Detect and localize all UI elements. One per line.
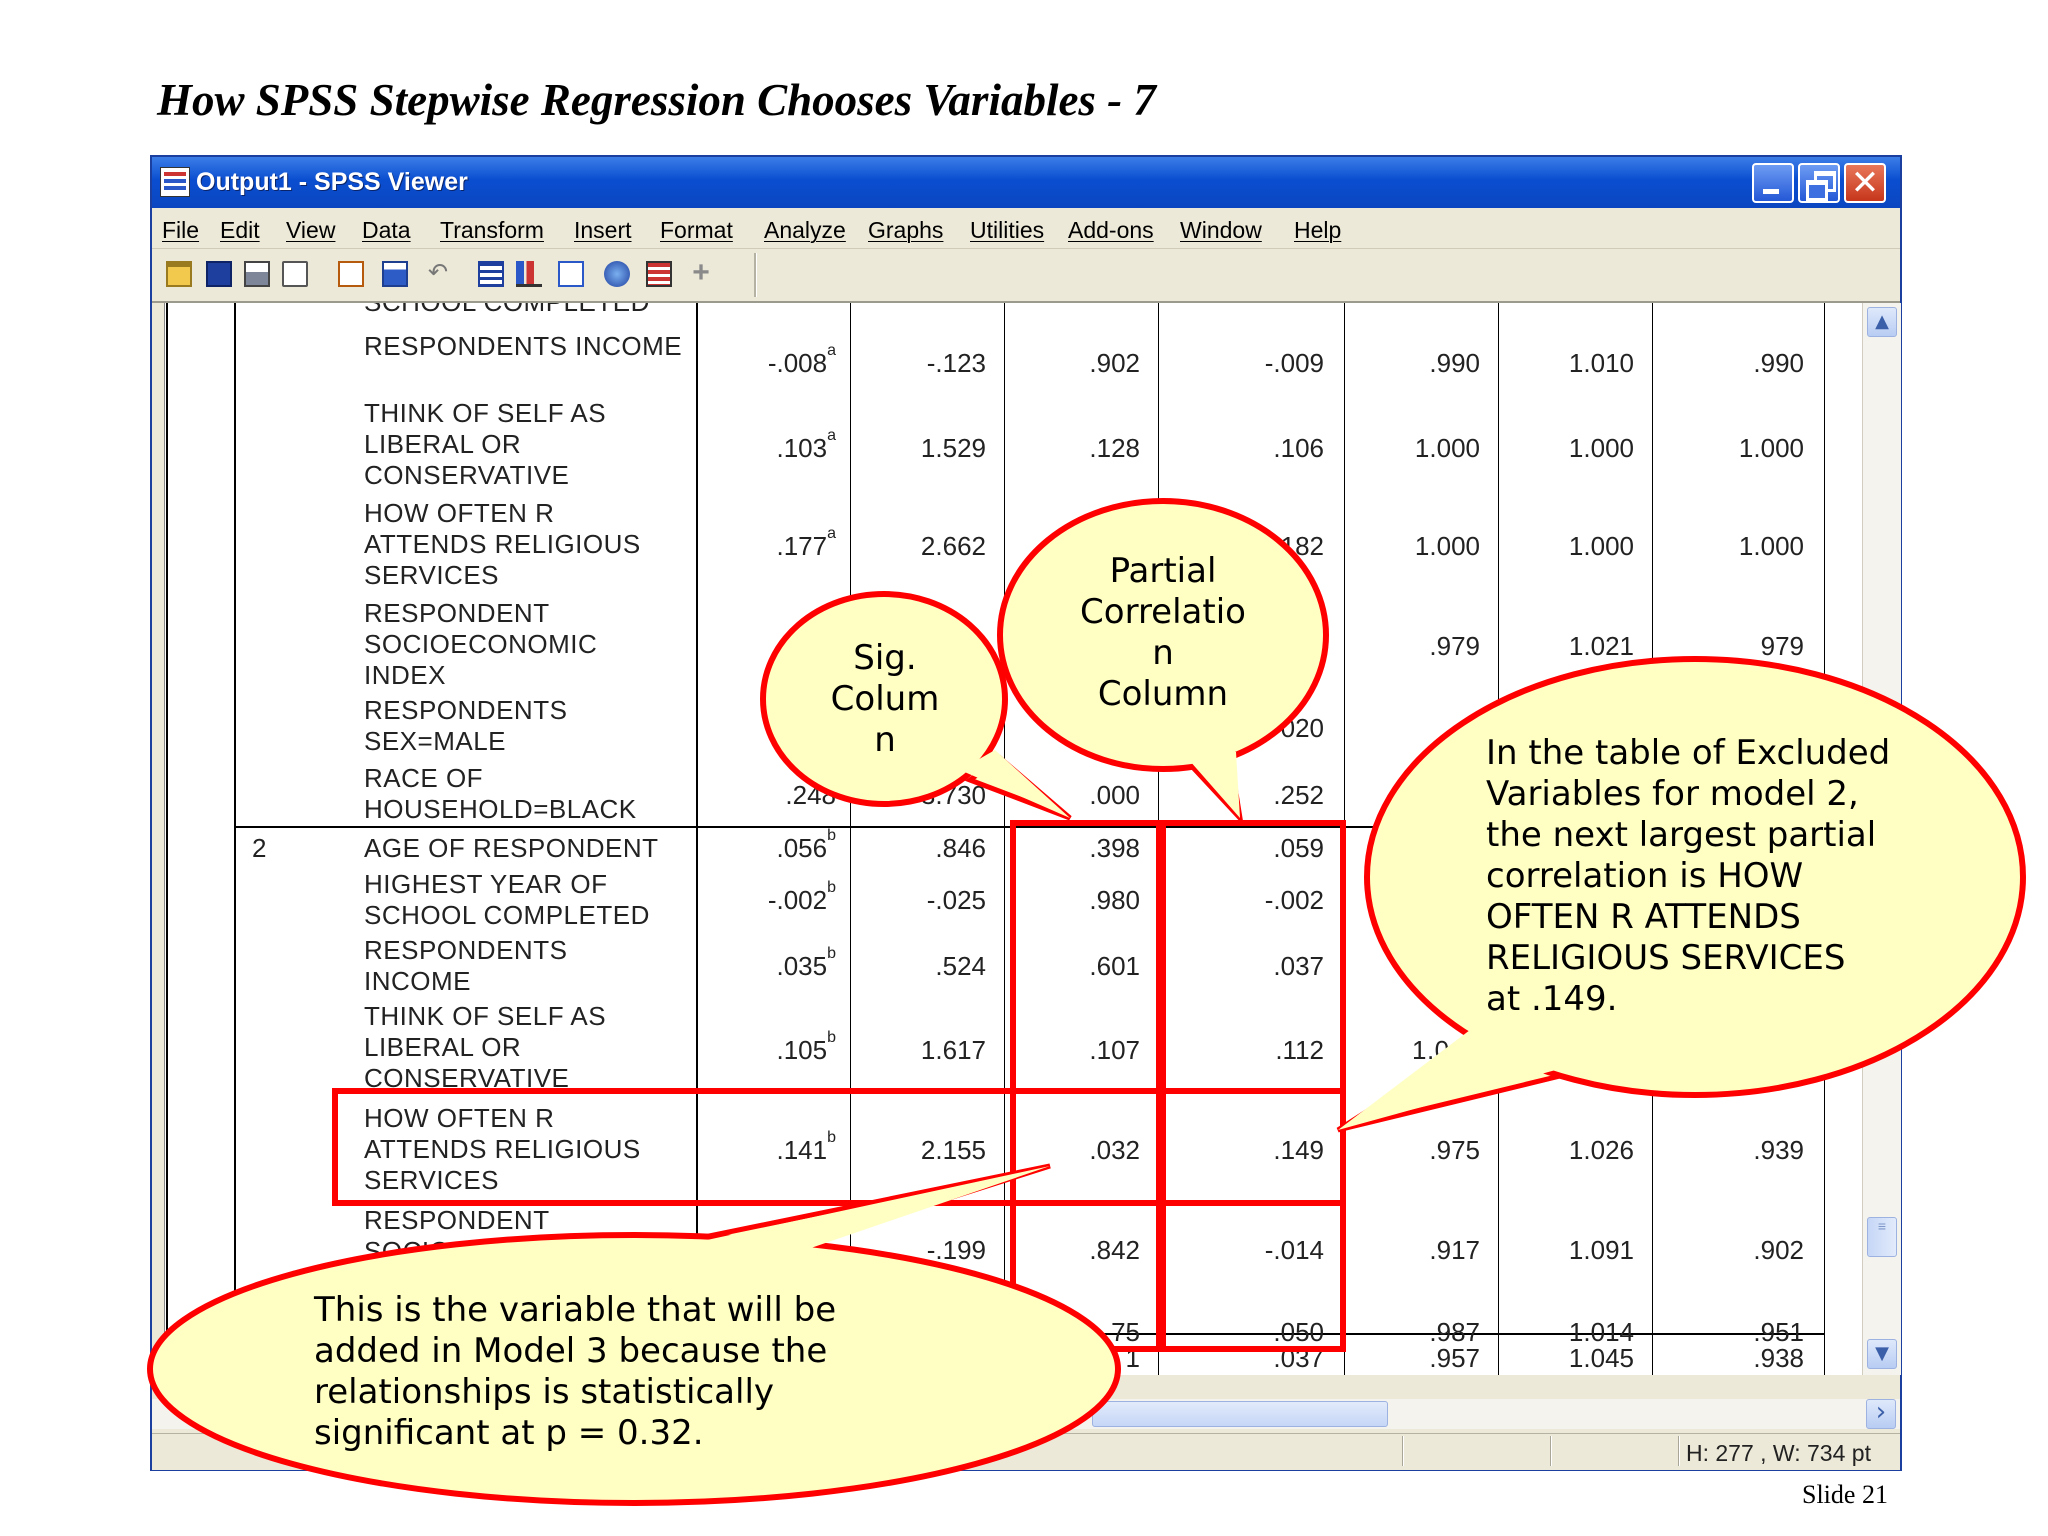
selected-row-highlight <box>332 1088 1346 1206</box>
model3-callout-text: This is the variable that will be added i… <box>314 1290 837 1453</box>
sig-callout-text: Sig. Colum n <box>830 638 940 760</box>
slide-number: Slide 21 <box>1802 1480 1888 1509</box>
excluded-callout-text: In the table of Excluded Variables for mo… <box>1486 733 1891 1019</box>
partial-correlation-column-highlight <box>1160 820 1346 1352</box>
sig-column-highlight <box>1010 820 1162 1352</box>
partial-callout-text: Partial Correlatio n Column <box>1080 551 1246 714</box>
